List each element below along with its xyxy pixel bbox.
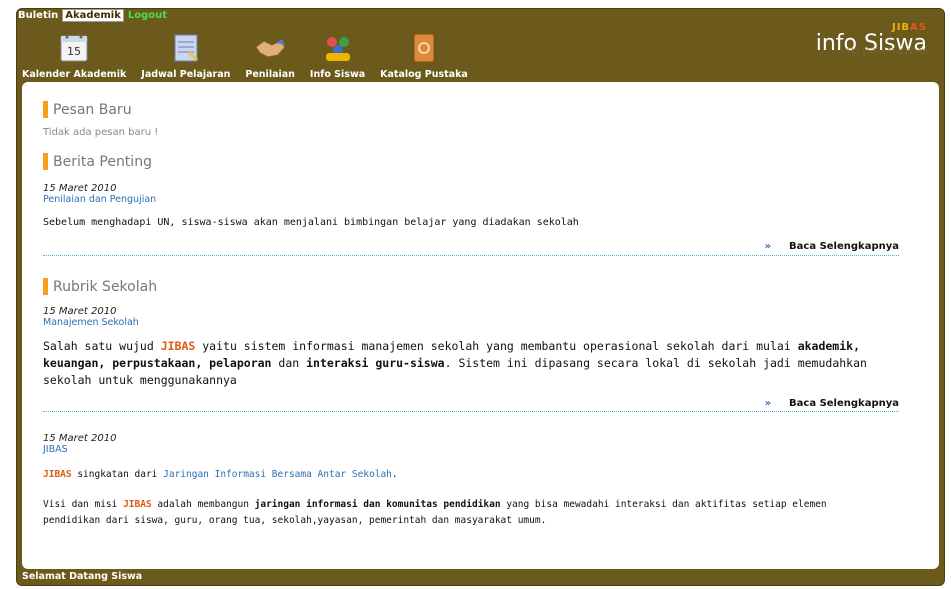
schedule-notepad-icon [170,33,202,63]
rubrik-date: 15 Maret 2010 [43,306,117,317]
pesan-baru-heading: Pesan Baru [43,101,132,118]
rubrik-sekolah-heading: Rubrik Sekolah [43,278,157,295]
rubrik-read-more-link[interactable]: » Baca Selengkapnya [765,398,899,409]
book-catalog-icon [408,33,440,63]
info-siswa-button[interactable]: Info Siswa [310,33,365,80]
news-category[interactable]: Penilaian dan Pengujian [43,194,156,205]
handshake-icon [254,33,286,63]
rubrik-category[interactable]: Manajemen Sekolah [43,317,139,328]
penilaian-button[interactable]: Penilaian [245,33,295,80]
content-panel: Pesan Baru Tidak ada pesan baru ! Berita… [22,82,939,569]
divider [43,255,899,256]
tool-label: Jadwal Pelajaran [141,69,231,80]
jibas-date: 15 Maret 2010 [43,433,117,444]
calendar-icon: 15 [58,33,90,63]
nav-logout[interactable]: Logout [128,10,167,21]
tool-label: Katalog Pustaka [380,69,468,80]
tool-label: Info Siswa [309,69,366,80]
students-icon [322,33,354,63]
brand-logo: JIBAS info Siswa info Siswa [816,22,927,60]
footer-welcome: Selamat Datang Siswa [22,571,143,582]
nav-akademik[interactable]: Akademik [62,9,124,22]
katalog-pustaka-button[interactable]: Katalog Pustaka [380,33,468,80]
news-read-more-link[interactable]: » Baca Selengkapnya [765,241,899,252]
main-toolbar: 15 Kalender Akademik Jadwal Pelajaran Pe… [22,24,483,80]
kalender-akademik-button[interactable]: 15 Kalender Akademik [22,33,126,80]
brand-title-reflection: info Siswa [846,48,927,60]
tool-label: Kalender Akademik [22,69,127,80]
news-text: Sebelum menghadapi UN, siswa-siswa akan … [43,217,579,228]
berita-penting-heading: Berita Penting [43,153,152,170]
tool-label: Penilaian [245,69,295,80]
jibas-category[interactable]: JIBAS [43,444,68,455]
jibas-text-1: JIBAS singkatan dari Jaringan Informasi … [43,469,398,480]
jibas-text-2: Visi dan misi JIBAS adalah membangun jar… [43,499,827,526]
svg-text:15: 15 [67,45,81,58]
news-date: 15 Maret 2010 [43,183,117,194]
empty-message: Tidak ada pesan baru ! [43,127,159,138]
top-nav: Buletin Akademik Logout [18,9,167,22]
rubrik-text: Salah satu wujud JIBAS yaitu sistem info… [43,339,867,387]
nav-buletin[interactable]: Buletin [18,10,58,21]
divider [43,411,899,412]
jadwal-pelajaran-button[interactable]: Jadwal Pelajaran [141,33,230,80]
